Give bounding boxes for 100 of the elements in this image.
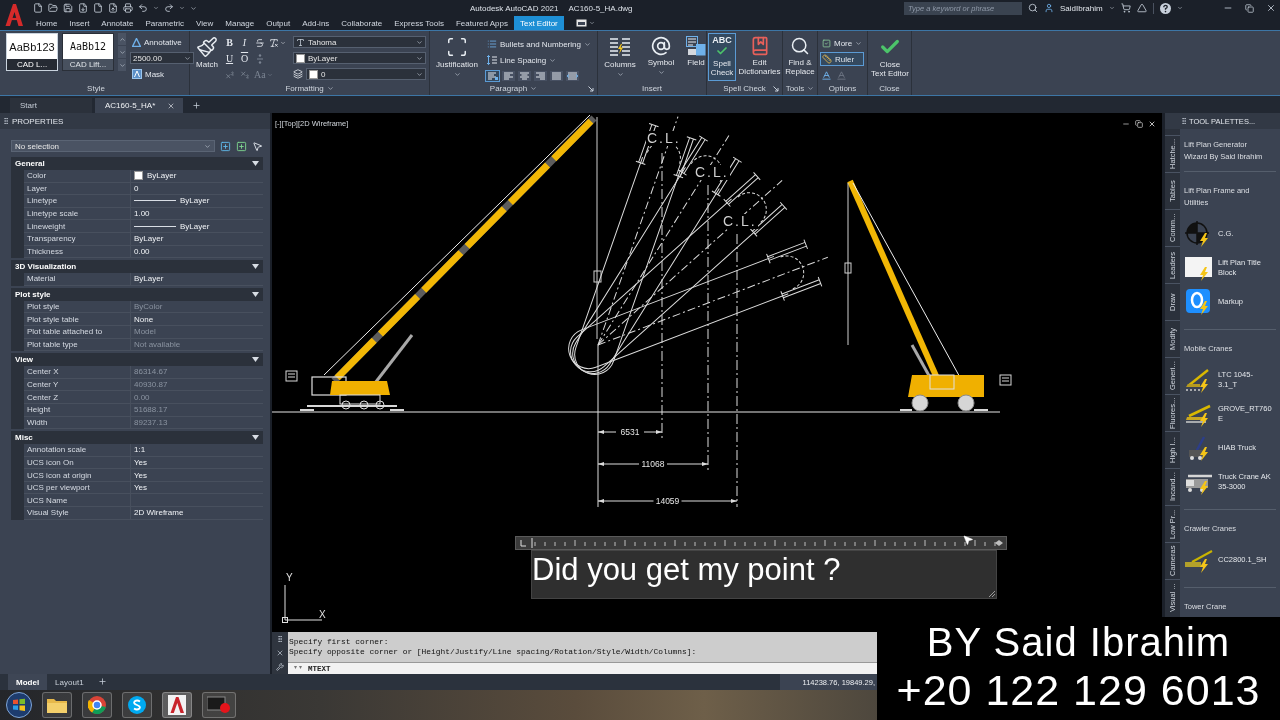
property-value[interactable]: ByLayer bbox=[131, 195, 263, 208]
caret-icon[interactable] bbox=[1176, 5, 1183, 11]
cart-icon[interactable] bbox=[1120, 3, 1131, 13]
font-dropdown[interactable]: Tahoma bbox=[293, 36, 426, 48]
ribbon-tab[interactable]: Manage bbox=[219, 16, 261, 30]
bullets-numbering-button[interactable]: Bullets and Numbering bbox=[485, 38, 593, 50]
file-tab[interactable]: AC160-5_HA* bbox=[95, 98, 184, 113]
property-value[interactable]: ByLayer bbox=[131, 220, 263, 233]
taskbar-button[interactable] bbox=[122, 692, 152, 718]
caret-icon[interactable] bbox=[588, 20, 595, 26]
search-icon[interactable] bbox=[1028, 3, 1038, 13]
find-replace-button[interactable]: Find & Replace bbox=[784, 33, 816, 81]
columns-button[interactable]: Columns bbox=[601, 33, 639, 81]
layout-tab[interactable]: Model bbox=[8, 674, 48, 690]
property-value[interactable]: 1:1 bbox=[131, 444, 263, 457]
triangle-icon[interactable] bbox=[1136, 3, 1147, 13]
pointer-icon[interactable] bbox=[252, 140, 263, 152]
property-value[interactable]: 2D Wireframe bbox=[131, 507, 263, 520]
close-icon[interactable] bbox=[1266, 3, 1276, 13]
symbol-button[interactable]: Symbol bbox=[642, 33, 680, 81]
line-spacing-button[interactable]: Line Spacing bbox=[485, 54, 593, 66]
property-value[interactable]: Yes bbox=[131, 469, 263, 482]
user-name[interactable]: SaidIbrahim bbox=[1060, 3, 1103, 13]
text-color-dropdown[interactable]: ByLayer bbox=[293, 52, 426, 64]
panel-title-button[interactable]: Tools bbox=[785, 84, 815, 93]
ribbon-tab[interactable]: Collaborate bbox=[335, 16, 389, 30]
property-value[interactable]: None bbox=[131, 313, 263, 326]
user-icon[interactable] bbox=[1044, 3, 1054, 13]
layout-tab[interactable]: Layout1 bbox=[47, 674, 92, 690]
file-icon[interactable] bbox=[93, 3, 103, 13]
restore-icon[interactable] bbox=[1245, 3, 1254, 13]
background-mask-dropdown[interactable]: 0 bbox=[306, 68, 426, 80]
plus-icon[interactable] bbox=[192, 101, 202, 110]
strikethrough-button[interactable] bbox=[253, 36, 266, 49]
close-icon[interactable] bbox=[1148, 120, 1156, 128]
panel-title-button[interactable]: Formatting bbox=[285, 84, 334, 93]
alignment-button[interactable] bbox=[517, 70, 532, 82]
text-style-swatch[interactable]: AaBb12 CAD Lift... bbox=[62, 33, 114, 71]
close-icon[interactable] bbox=[276, 649, 284, 657]
launcher-arrow-icon[interactable] bbox=[588, 85, 594, 92]
property-value[interactable]: ByLayer bbox=[131, 273, 263, 286]
italic-button[interactable]: I bbox=[238, 36, 251, 49]
bold-button[interactable]: B bbox=[223, 36, 236, 49]
file-upload-icon[interactable] bbox=[108, 3, 118, 13]
plus-icon[interactable] bbox=[97, 677, 107, 686]
file-download-icon[interactable] bbox=[78, 3, 88, 13]
taskbar-button[interactable] bbox=[42, 692, 72, 718]
close-text-editor-button[interactable]: Close Text Editor bbox=[869, 33, 911, 81]
ribbon-tab[interactable]: Featured Apps bbox=[449, 16, 514, 30]
ribbon-tab[interactable]: Output bbox=[260, 16, 297, 30]
file-icon[interactable] bbox=[33, 3, 43, 13]
alignment-button[interactable] bbox=[565, 70, 580, 82]
help-icon[interactable] bbox=[1159, 2, 1171, 14]
save-icon[interactable] bbox=[63, 3, 73, 13]
undo-icon[interactable] bbox=[138, 3, 148, 13]
property-value[interactable]: ByLayer bbox=[131, 170, 263, 183]
ribbon-tab[interactable]: Insert bbox=[63, 16, 96, 30]
ribbon-tab[interactable]: Express Tools bbox=[388, 16, 450, 30]
text-ruler[interactable] bbox=[515, 536, 1007, 550]
panel-toggle-icon[interactable] bbox=[575, 19, 587, 27]
edit-dictionaries-button[interactable]: Edit Dictionaries bbox=[737, 33, 782, 81]
caret-icon[interactable] bbox=[1108, 5, 1115, 11]
ribbon-tab[interactable]: Parametric bbox=[139, 16, 191, 30]
title-sheet-icon[interactable] bbox=[1184, 254, 1214, 282]
alignment-button[interactable] bbox=[501, 70, 516, 82]
alignment-button[interactable] bbox=[485, 70, 500, 82]
annotative-button[interactable]: Annotative bbox=[130, 36, 194, 48]
close-icon[interactable] bbox=[167, 101, 176, 110]
app-logo-icon[interactable] bbox=[5, 3, 23, 27]
ruler-button[interactable]: Ruler bbox=[820, 52, 865, 66]
more-button[interactable]: More bbox=[820, 37, 865, 49]
restore-icon[interactable] bbox=[1135, 120, 1143, 128]
square-plus-icon[interactable] bbox=[220, 140, 231, 152]
text-action-button[interactable] bbox=[820, 69, 833, 82]
ribbon-tab[interactable]: Annotate bbox=[95, 16, 140, 30]
start-orb-icon[interactable] bbox=[6, 692, 32, 718]
field-button[interactable]: Field bbox=[683, 33, 709, 81]
underline-button[interactable]: U bbox=[223, 52, 236, 65]
spell-check-button[interactable]: ABC Spell Check bbox=[708, 33, 736, 81]
taskbar-button[interactable] bbox=[162, 692, 192, 718]
ribbon-tab[interactable]: Home bbox=[30, 16, 64, 30]
launcher-arrow-icon[interactable] bbox=[773, 85, 779, 92]
resize-grip-icon[interactable] bbox=[989, 591, 995, 597]
mask-button[interactable]: Mask bbox=[130, 68, 194, 80]
folder-icon[interactable] bbox=[48, 3, 58, 13]
alignment-button[interactable] bbox=[549, 70, 564, 82]
caret-icon[interactable] bbox=[153, 5, 159, 11]
selection-dropdown[interactable]: No selection bbox=[11, 140, 215, 152]
overline-button[interactable]: O bbox=[238, 52, 251, 65]
panel-title-button[interactable]: Paragraph bbox=[489, 84, 538, 93]
alignment-button[interactable] bbox=[533, 70, 548, 82]
ribbon-tab[interactable]: View bbox=[190, 16, 220, 30]
match-button[interactable]: Match bbox=[193, 33, 221, 81]
text-height-dropdown[interactable]: 2500.00 bbox=[130, 52, 194, 64]
text-style-swatch[interactable]: AaBb123 CAD L... bbox=[6, 33, 58, 71]
justification-button[interactable]: Justification bbox=[433, 33, 481, 81]
printer-icon[interactable] bbox=[123, 3, 133, 13]
wrench-icon[interactable] bbox=[276, 663, 284, 671]
mtext-editor-field[interactable]: Did you get my point ? bbox=[531, 550, 997, 599]
clear-format-button[interactable] bbox=[268, 36, 287, 49]
